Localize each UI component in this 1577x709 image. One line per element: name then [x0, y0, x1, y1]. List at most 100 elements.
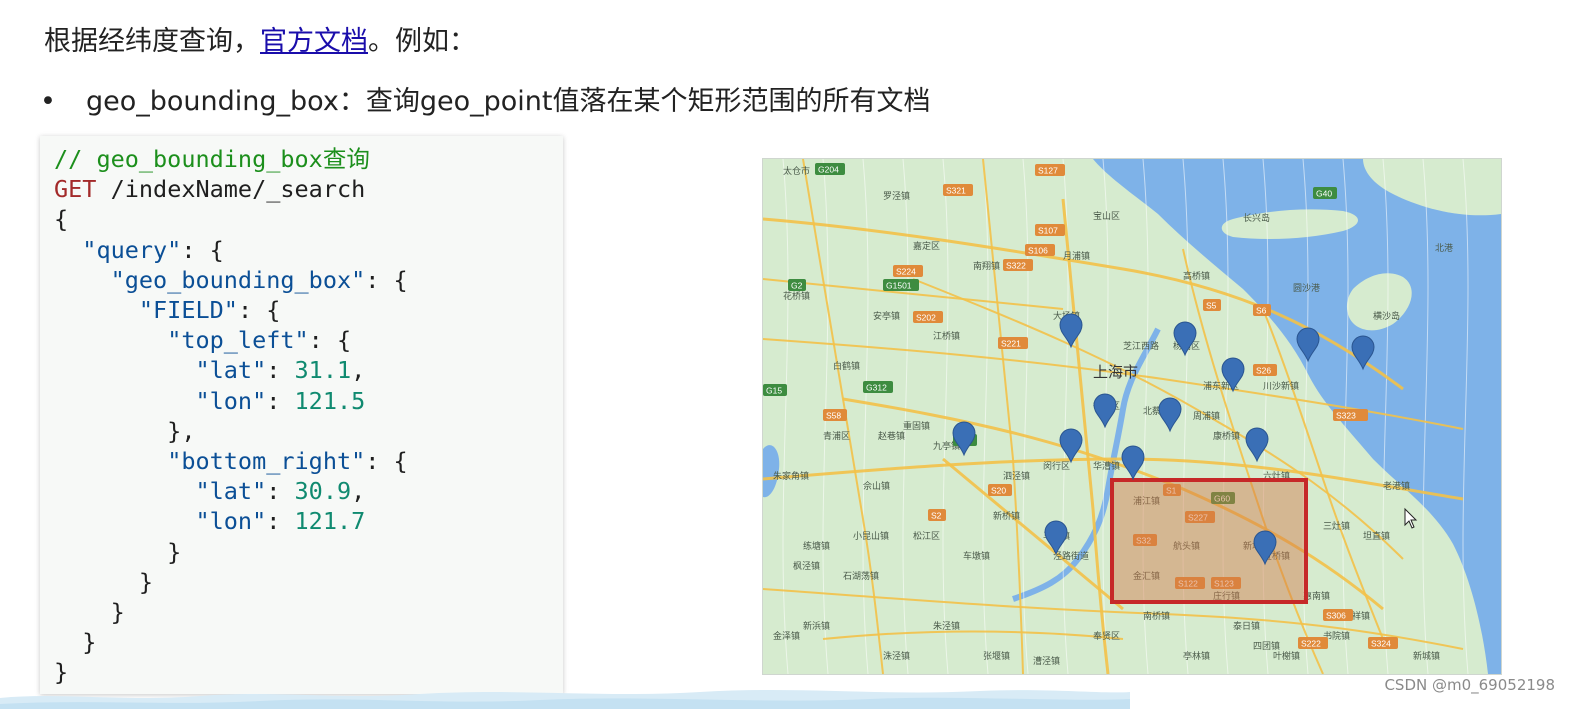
map-road-shield: S224: [893, 265, 923, 277]
map-place-label: 横沙岛: [1373, 310, 1400, 321]
official-docs-link[interactable]: 官方文档: [260, 26, 368, 57]
svg-text:S202: S202: [916, 313, 936, 323]
map-place-label: 老港镇: [1383, 480, 1410, 491]
map-place-label: 奉贤区: [1093, 630, 1120, 641]
map-road-shield: S127: [1035, 164, 1065, 176]
code-block: // geo_bounding_box查询 GET /indexName/_se…: [40, 136, 563, 694]
map-place-label: 泗泾镇: [1003, 470, 1030, 481]
map-road-shield: G2: [788, 279, 806, 291]
map-place-label: 白鹤镇: [833, 360, 860, 371]
code-comment: // geo_bounding_box查询: [54, 145, 370, 173]
key-field: "FIELD": [138, 296, 238, 325]
top-left-lat: 31.1: [294, 356, 352, 385]
map-place-label: 坦直镇: [1363, 530, 1390, 541]
map-place-label: 花桥镇: [783, 290, 810, 301]
map-place-label: 长兴岛: [1243, 212, 1270, 223]
map-road-shield: G312: [863, 381, 893, 393]
map-road-shield: S323: [1333, 409, 1363, 421]
key-lat: "lat": [195, 356, 267, 385]
bullet-text: geo_bounding_box：查询geo_point值落在某个矩形范围的所有…: [86, 86, 931, 117]
map-road-shield: S221: [998, 337, 1028, 349]
map-place-label: 川沙新镇: [1263, 380, 1299, 391]
map-place-label: 青浦区: [823, 430, 850, 441]
key-lon: "lon": [195, 386, 267, 415]
map-place-label: 练塘镇: [803, 540, 830, 551]
request-path: /indexName/_search: [96, 175, 366, 204]
map-place-label: 泾路街道: [1053, 550, 1089, 561]
map-road-shield: S5: [1203, 299, 1221, 311]
code-text: // geo_bounding_box查询 GET /indexName/_se…: [54, 145, 408, 687]
svg-text:S106: S106: [1028, 246, 1048, 256]
map-place-label: 南翔镇: [973, 260, 1000, 271]
svg-text:S222: S222: [1301, 639, 1321, 649]
key-lat: "lat": [195, 477, 267, 506]
map-road-shield: G40: [1313, 187, 1337, 199]
map-road-shield: S202: [913, 311, 943, 323]
map-road-shield: S26: [1253, 364, 1277, 376]
svg-text:S321: S321: [946, 186, 966, 196]
svg-text:G40: G40: [1316, 189, 1332, 199]
map-place-label: 赵巷镇: [878, 430, 905, 441]
svg-text:S224: S224: [896, 267, 916, 277]
map-road-shield: G204: [815, 163, 845, 175]
map-place-label: 重固镇: [903, 420, 930, 431]
map-city-label: 上海市: [1093, 364, 1138, 381]
map-place-label: 芝江西路: [1123, 340, 1159, 351]
svg-text:S6: S6: [1256, 306, 1267, 316]
map-road-shield: S6: [1253, 304, 1271, 316]
map-place-label: 石湖荡镇: [843, 570, 879, 581]
svg-text:S20: S20: [991, 486, 1006, 496]
svg-text:S221: S221: [1001, 339, 1021, 349]
map-place-label: 小昆山镇: [853, 530, 889, 541]
bottom-right-lat: 30.9: [294, 477, 352, 506]
map-road-shield: S222: [1298, 637, 1328, 649]
map-place-label: 佘山镇: [863, 480, 890, 491]
map-place-label: 新浜镇: [803, 620, 830, 631]
bullet-marker: •: [40, 86, 56, 117]
map-place-label: 南桥镇: [1143, 610, 1170, 621]
key-lon: "lon": [195, 507, 267, 536]
map-place-label: 朱泾镇: [933, 620, 960, 631]
http-method: GET: [54, 175, 97, 204]
bottom-right-lon: 121.7: [294, 507, 366, 536]
decorative-wave: [0, 690, 1130, 709]
map-place-label: 三灶镇: [1323, 520, 1350, 531]
map-place-label: 松江区: [913, 530, 940, 541]
map-road-shield: S106: [1025, 244, 1055, 256]
map-place-label: 罗泾镇: [883, 190, 910, 201]
key-query: "query": [82, 235, 182, 264]
map-place-label: 枫泾镇: [793, 560, 820, 571]
map-place-label: 闵行区: [1043, 460, 1070, 471]
map-road-shield: S20: [988, 484, 1012, 496]
shanghai-map[interactable]: 太仓市 长兴岛 北港 横沙岛 圆沙港 宝山区 嘉定区 罗泾镇 月浦镇 高桥镇 花桥镇 安亭镇 南翔镇 江桥…: [763, 159, 1501, 674]
svg-text:G1501: G1501: [886, 281, 912, 291]
svg-text:S107: S107: [1038, 226, 1058, 236]
key-top-left: "top_left": [167, 326, 309, 355]
svg-text:S306: S306: [1326, 611, 1346, 621]
svg-text:S58: S58: [826, 411, 841, 421]
map-place-label: 周浦镇: [1193, 410, 1220, 421]
map-place-label: 太仓市: [783, 165, 810, 176]
bullet-item: • geo_bounding_box：查询geo_point值落在某个矩形范围的所…: [40, 82, 930, 122]
map-place-label: 朱家角镇: [773, 470, 809, 481]
map-road-shield: S58: [823, 409, 847, 421]
map-place-label: 洙泾镇: [883, 650, 910, 661]
map-place-label: 康桥镇: [1213, 430, 1240, 441]
map-place-label: 高桥镇: [1183, 270, 1210, 281]
intro-line: 根据经纬度查询，官方文档。例如：: [44, 22, 476, 62]
map-place-label: 圆沙港: [1293, 282, 1320, 293]
map-place-label: 新城镇: [1413, 650, 1440, 661]
map-road-shield: S324: [1368, 637, 1398, 649]
map-road-shield: G15: [763, 384, 787, 396]
bounding-box-area: [1110, 478, 1308, 604]
svg-text:G2: G2: [791, 281, 803, 291]
svg-text:G15: G15: [766, 386, 782, 396]
svg-text:S324: S324: [1371, 639, 1391, 649]
map-road-shield: S2: [928, 509, 946, 521]
watermark: CSDN @m0_69052198: [1384, 676, 1555, 694]
map-place-label: 泰日镇: [1233, 620, 1260, 631]
map-place-label: 亭林镇: [1183, 650, 1210, 661]
map-road-shield: S322: [1003, 259, 1033, 271]
map-place-label: 嘉定区: [913, 240, 940, 251]
map-place-label: 金泽镇: [773, 630, 800, 641]
